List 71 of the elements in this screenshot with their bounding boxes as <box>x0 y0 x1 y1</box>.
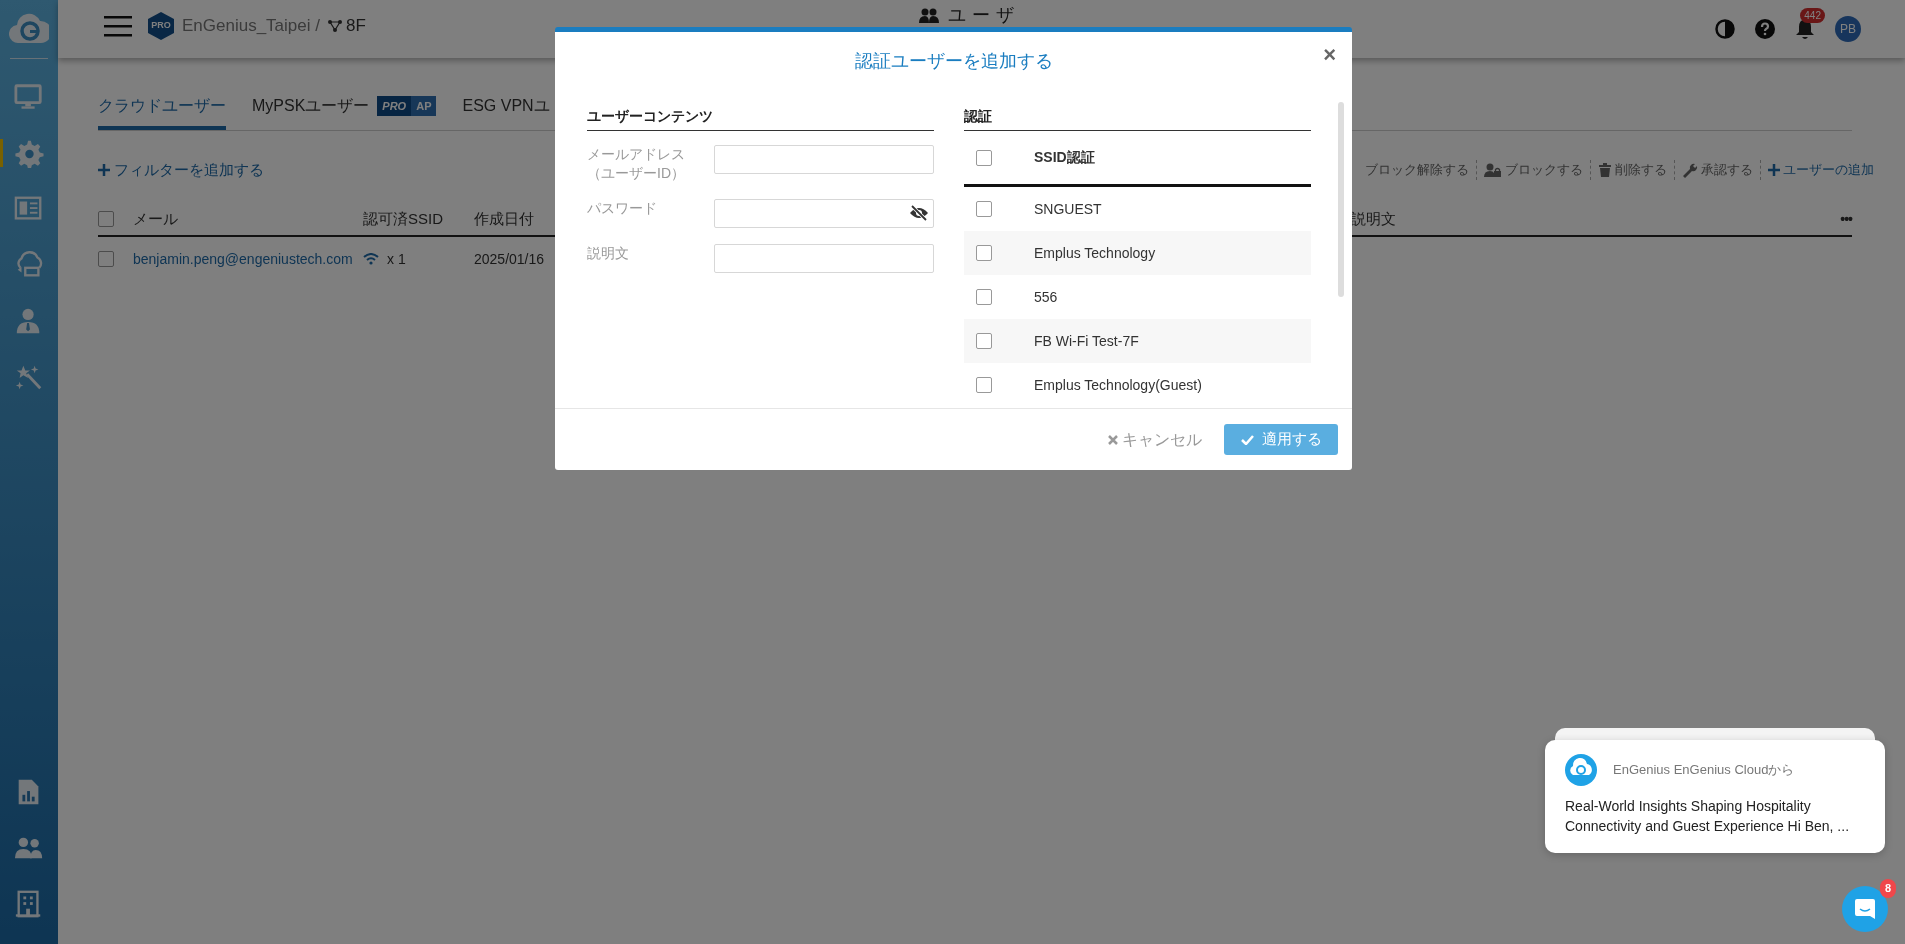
section-heading: 認証 <box>964 106 1311 131</box>
column-header: 認可済SSID <box>363 208 443 229</box>
apply-button[interactable]: 適用する <box>1224 424 1338 455</box>
toolbar-button[interactable]: ユーザーの追加 <box>1760 160 1881 180</box>
select-all-checkbox[interactable] <box>976 149 992 166</box>
eye-slash-icon[interactable] <box>909 205 929 222</box>
page-title: ユーザ <box>948 4 1020 27</box>
users-icon <box>918 7 940 24</box>
ssid-checkbox[interactable] <box>976 201 992 217</box>
scrollbar[interactable] <box>1338 102 1344 297</box>
logo-icon <box>1565 754 1597 786</box>
toolbar-button[interactable]: 削除する <box>1590 160 1674 180</box>
notification-count: 442 <box>1800 7 1825 23</box>
tab[interactable]: クラウドユーザー <box>98 88 226 130</box>
toolbar-button[interactable]: ブロックする <box>1476 160 1590 180</box>
input-field[interactable] <box>714 145 934 174</box>
field-label: 説明文 <box>587 243 630 263</box>
section-heading: ユーザーコンテンツ <box>587 106 934 131</box>
column-header: SSID認証 <box>1034 148 1095 167</box>
plus-icon <box>98 164 110 176</box>
wifi-icon <box>363 253 379 265</box>
wrench-icon <box>1682 162 1698 178</box>
table-cell-text: 2025/01/16 <box>474 249 545 269</box>
ssid-name: Emplus Technology <box>1034 243 1156 263</box>
gear-icon <box>14 138 44 168</box>
close-button[interactable]: × <box>1323 44 1336 66</box>
logo-icon[interactable] <box>9 11 49 45</box>
close-icon <box>1108 434 1118 445</box>
email-link[interactable]: benjamin.peng@engeniustech.com <box>133 248 353 270</box>
topology-icon <box>328 20 342 32</box>
add-filter-link[interactable]: フィルターを追加する <box>98 158 264 182</box>
field-label: メールアドレス（ユーザーID） <box>587 145 686 183</box>
tab[interactable]: ESG VPNユ <box>462 88 550 130</box>
lock-user-icon <box>1484 162 1502 178</box>
ssid-count: x 1 <box>387 249 406 269</box>
field-label: パスワード <box>587 198 658 218</box>
column-header: 作成日付 <box>474 208 534 229</box>
input-field[interactable] <box>714 243 934 273</box>
password-field[interactable] <box>714 198 934 228</box>
ssid-checkbox[interactable] <box>976 245 992 261</box>
row-checkbox[interactable] <box>98 251 114 267</box>
site-name[interactable]: EnGenius_Taipei / <box>182 13 320 39</box>
monitor-icon <box>14 82 44 112</box>
ssid-name: FB Wi-Fi Test-7F <box>1034 331 1139 351</box>
ssid-name: 556 <box>1034 287 1058 307</box>
contrast-icon[interactable] <box>1715 19 1735 39</box>
column-menu[interactable]: ••• <box>1840 208 1852 230</box>
plus-icon <box>1768 162 1780 178</box>
toolbar-button[interactable]: 承認する <box>1674 160 1760 180</box>
help-icon[interactable] <box>1755 19 1775 39</box>
cancel-button[interactable]: キャンセル <box>1102 426 1208 453</box>
floor-name[interactable]: 8F <box>346 13 366 39</box>
chat-icon <box>1854 898 1876 920</box>
select-all-checkbox[interactable] <box>98 211 114 227</box>
ssid-checkbox[interactable] <box>976 289 992 305</box>
tab[interactable]: MyPSKユーザー PRO AP <box>252 88 437 130</box>
site-badge: PRO <box>148 12 174 40</box>
avatar[interactable]: PB <box>1835 16 1861 42</box>
ssid-name: Emplus Technology(Guest) <box>1034 375 1202 395</box>
notification-sender: EnGenius EnGenius Cloudから <box>1613 761 1795 780</box>
check-icon <box>1240 434 1254 445</box>
ssid-checkbox[interactable] <box>976 333 992 349</box>
modal-title: 認証ユーザーを追加する <box>854 49 1053 73</box>
menu-icon[interactable] <box>104 15 132 37</box>
chat-badge: 8 <box>1879 879 1896 898</box>
toolbar-button[interactable]: ブロック解除する <box>1358 160 1476 180</box>
column-header: メール <box>133 208 178 229</box>
ssid-name: SNGUEST <box>1034 199 1102 219</box>
ssid-checkbox[interactable] <box>976 377 992 393</box>
trash-icon <box>1598 162 1612 178</box>
notification-message: Real-World Insights Shaping Hospitality Connectivity and Guest Experience Hi Ben, ... <box>1565 797 1851 837</box>
